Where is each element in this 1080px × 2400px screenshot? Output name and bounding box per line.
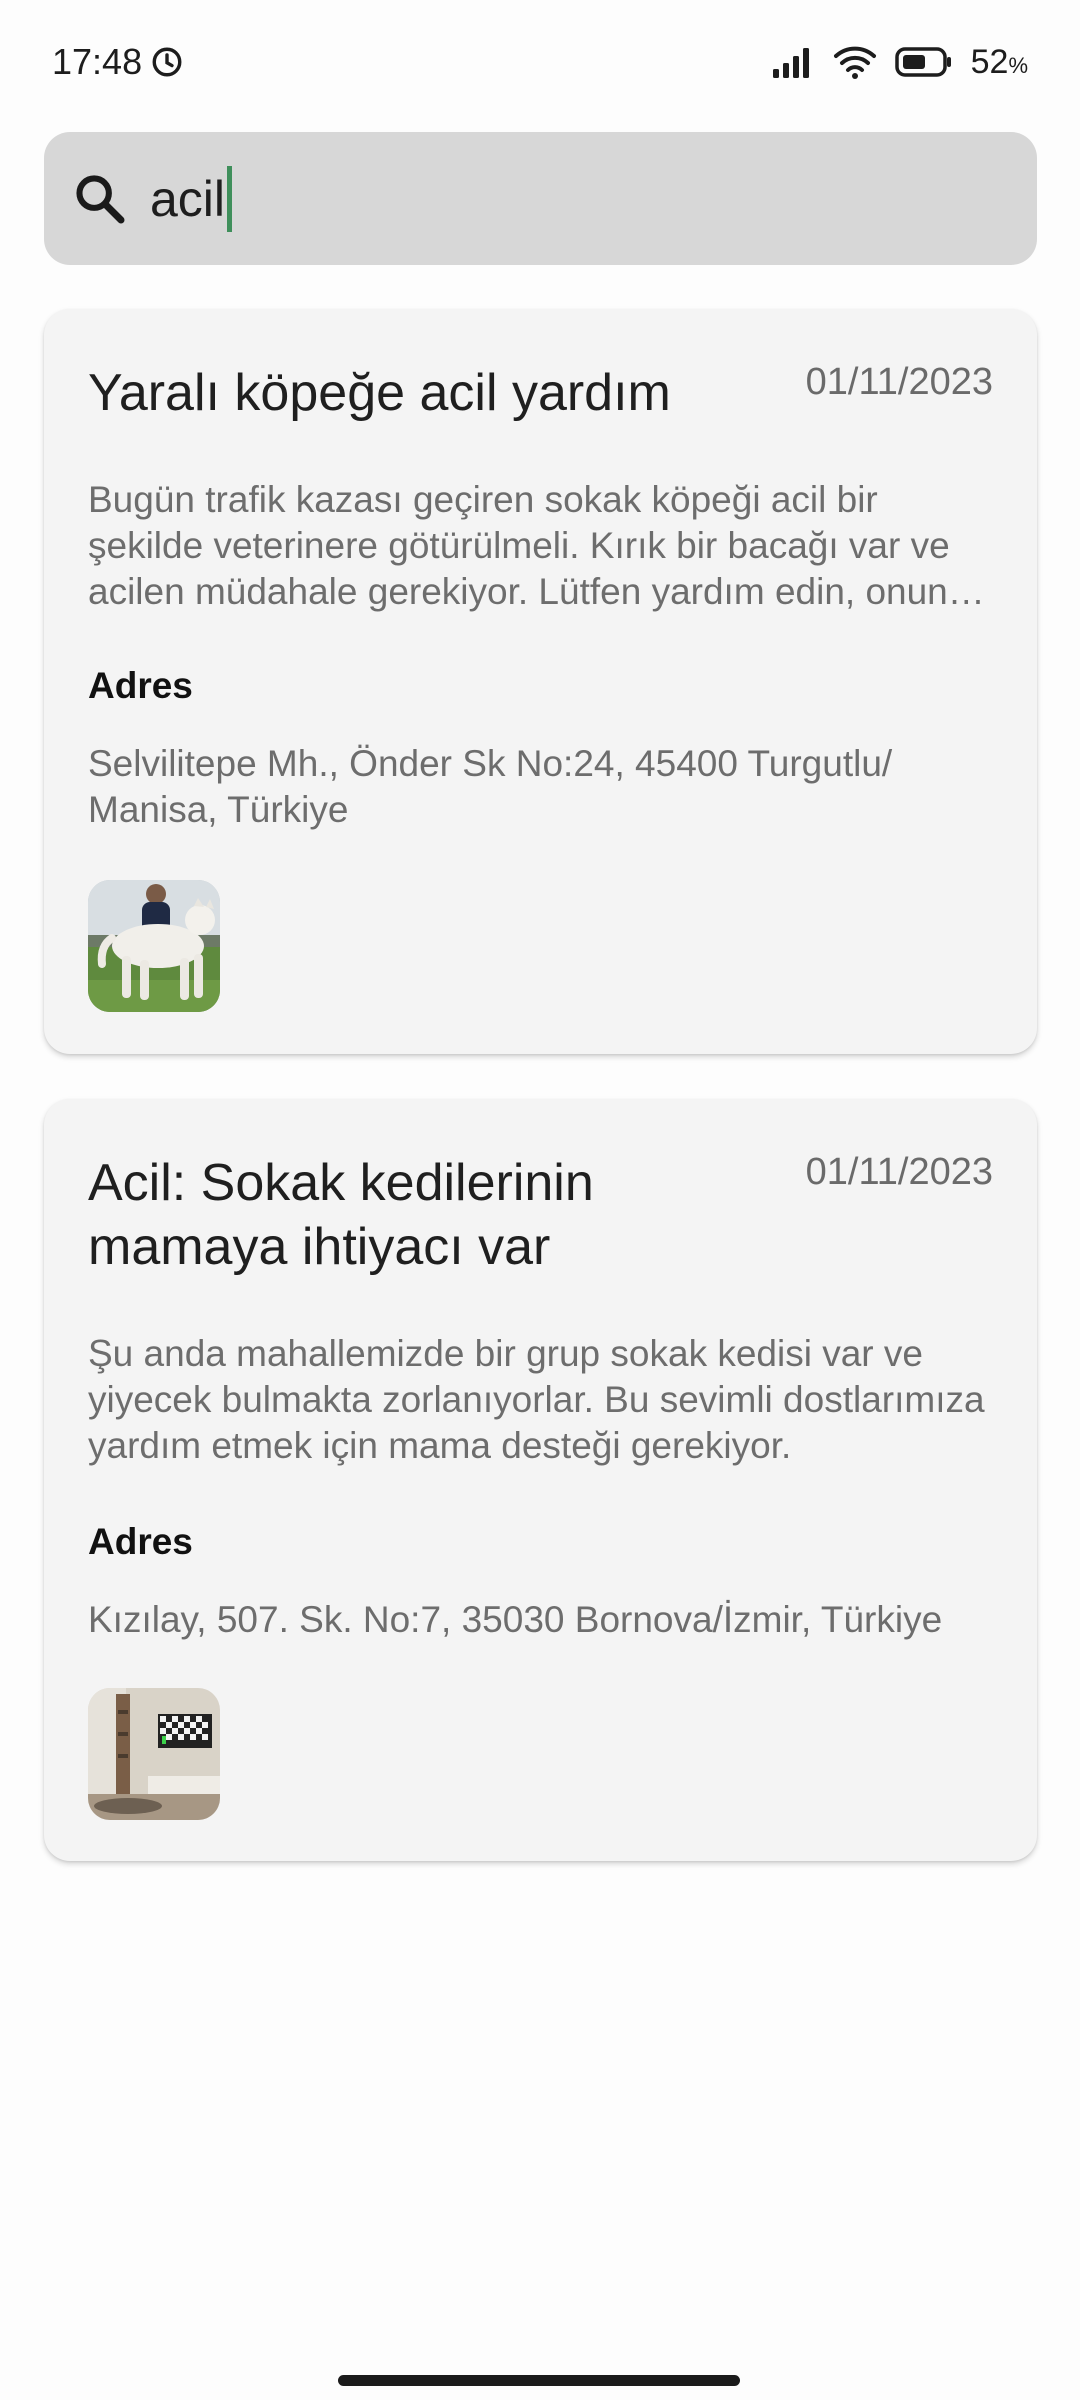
alarm-icon <box>152 47 182 77</box>
post-title: Yaralı köpeğe acil yardım <box>88 364 671 422</box>
search-icon <box>76 174 125 223</box>
cellular-signal-icon <box>772 48 809 78</box>
status-left: 17:48 <box>52 41 184 83</box>
post-date: 01/11/2023 <box>805 1151 993 1193</box>
address-label: Adres <box>88 1521 193 1562</box>
post-image-thumbnail[interactable] <box>88 1688 220 1820</box>
post-address: Kızılay, 507. Sk. No:7, 35030 Bornova/İz… <box>88 1599 943 1640</box>
dog-photo-image <box>88 880 220 1012</box>
post-card[interactable]: Yaralı köpeğe acil yardım 01/11/2023 Bug… <box>44 309 1037 1054</box>
address-label: Adres <box>88 665 193 706</box>
post-card[interactable]: Acil: Sokak kedilerinin mamaya ihtiyacı … <box>44 1099 1037 1861</box>
search-input[interactable]: acil <box>150 170 225 228</box>
status-bar: 17:48 52% <box>0 0 1080 124</box>
battery-percent-unit: % <box>1008 52 1028 78</box>
room-photo-image <box>88 1688 220 1820</box>
status-right: 52% <box>771 43 1028 82</box>
home-gesture-bar[interactable] <box>338 2375 740 2386</box>
wifi-icon <box>833 46 876 79</box>
post-date: 01/11/2023 <box>805 361 993 403</box>
battery-icon <box>894 47 951 77</box>
text-cursor <box>227 165 233 232</box>
battery-percent: 52% <box>971 43 1028 82</box>
post-image-thumbnail[interactable] <box>88 880 220 1012</box>
post-description: Şu anda mahallemizde bir grup sokak kedi… <box>88 1333 985 1466</box>
search-bar[interactable]: acil <box>44 132 1037 265</box>
post-description: Bugün trafik kazası geçiren sokak köpeği… <box>88 479 950 612</box>
battery-percent-value: 52 <box>970 42 1009 81</box>
status-time: 17:48 <box>52 41 143 82</box>
post-address: Selvilitepe Mh., Önder Sk No:24, 45400 T… <box>88 743 893 830</box>
post-title: Acil: Sokak kedilerinin mamaya ihtiyacı … <box>88 1154 594 1276</box>
